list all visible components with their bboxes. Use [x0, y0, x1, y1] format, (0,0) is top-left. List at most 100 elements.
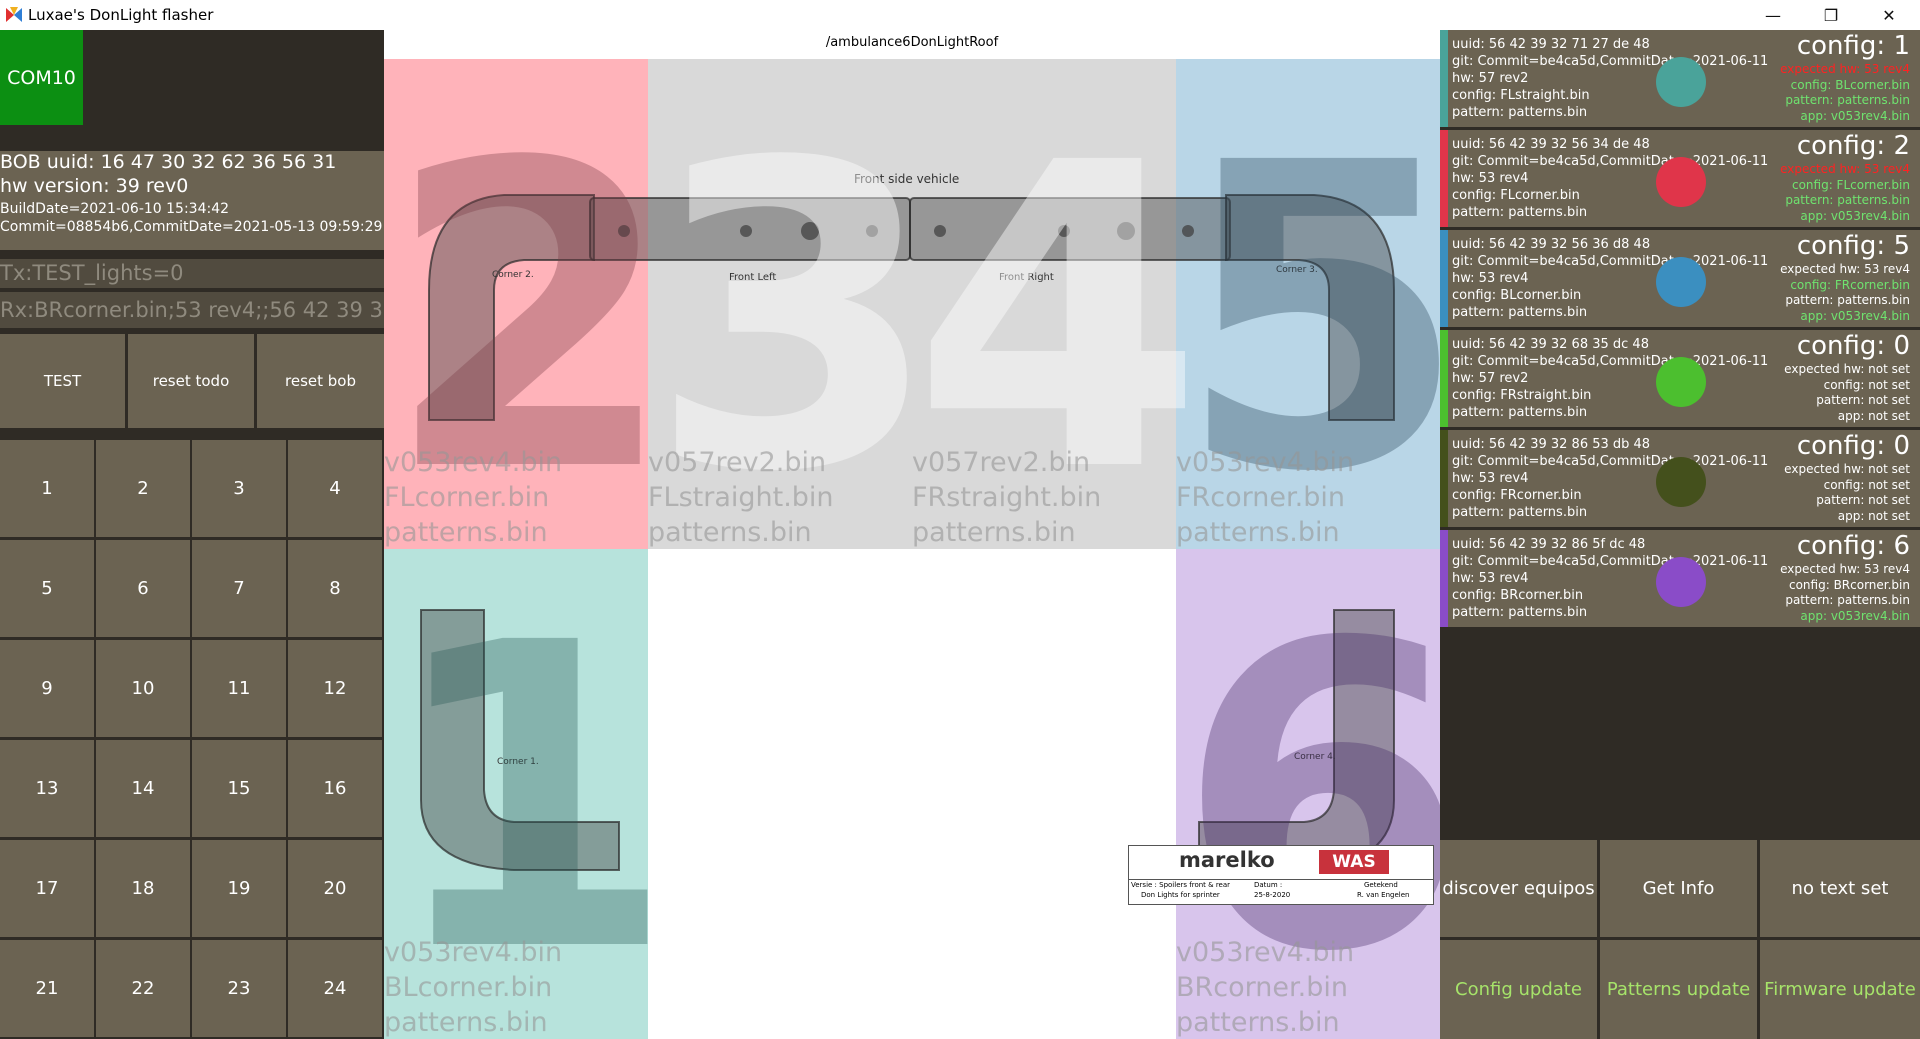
window-title: Luxae's DonLight flasher: [28, 6, 214, 24]
device-status-circle: [1656, 257, 1706, 307]
number-button-13[interactable]: 13: [0, 740, 94, 837]
device-uuid: uuid: 56 42 39 32 56 34 de 48: [1452, 137, 1650, 152]
device-color-stripe: [1440, 230, 1448, 327]
device-pattern: pattern: patterns.bin: [1452, 505, 1588, 520]
number-button-1[interactable]: 1: [0, 440, 94, 537]
device-card[interactable]: uuid: 56 42 39 32 56 34 de 48 git: Commit…: [1440, 130, 1920, 227]
device-target-pattern: pattern: not set: [1816, 393, 1910, 407]
device-card[interactable]: uuid: 56 42 39 32 86 5f dc 48 git: Commit…: [1440, 530, 1920, 627]
firmware-update-button[interactable]: Firmware update: [1760, 940, 1920, 1039]
bob-uuid: BOB uuid: 16 47 30 32 62 36 56 31: [0, 151, 337, 173]
number-button-23[interactable]: 23: [192, 940, 286, 1037]
device-hw: hw: 57 rev2: [1452, 71, 1529, 86]
device-pattern: pattern: patterns.bin: [1452, 305, 1588, 320]
zone-2-files: v053rev4.bin FLcorner.bin patterns.bin: [384, 447, 563, 548]
bob-hw-version: hw version: 39 rev0: [0, 175, 189, 197]
device-git: git: Commit=be4ca5d,CommitDate=2021-06-1…: [1452, 54, 1769, 69]
number-button-3[interactable]: 3: [192, 440, 286, 537]
device-config-number: config: 0: [1796, 331, 1910, 361]
device-uuid: uuid: 56 42 39 32 56 36 d8 48: [1452, 237, 1651, 252]
zone-1-files: v053rev4.bin BLcorner.bin patterns.bin: [384, 937, 563, 1038]
number-button-19[interactable]: 19: [192, 840, 286, 937]
number-button-11[interactable]: 11: [192, 640, 286, 737]
number-button-7[interactable]: 7: [192, 540, 286, 637]
number-button-9[interactable]: 9: [0, 640, 94, 737]
device-pattern: pattern: patterns.bin: [1452, 605, 1588, 620]
device-expected-hw: expected hw: 53 rev4: [1780, 262, 1910, 276]
minimize-button[interactable]: —: [1744, 0, 1802, 30]
com-port-button[interactable]: COM10: [0, 30, 83, 125]
device-expected-hw: expected hw: 53 rev4: [1780, 162, 1910, 176]
right-panel: uuid: 56 42 39 32 71 27 de 48 git: Commit…: [1440, 30, 1920, 1039]
number-button-5[interactable]: 5: [0, 540, 94, 637]
device-uuid: uuid: 56 42 39 32 71 27 de 48: [1452, 37, 1650, 52]
test-button[interactable]: TEST: [0, 334, 125, 428]
device-hw: hw: 53 rev4: [1452, 471, 1529, 486]
reset-bob-button[interactable]: reset bob: [257, 334, 384, 428]
number-button-8[interactable]: 8: [288, 540, 382, 637]
device-git: git: Commit=be4ca5d,CommitDate=2021-06-1…: [1452, 454, 1769, 469]
device-target: config: 5 expected hw: 53 rev4 config: FRc…: [1780, 230, 1910, 324]
discover-button[interactable]: discover equipos: [1440, 840, 1597, 937]
device-target: config: 0 expected hw: not set config: not…: [1784, 430, 1910, 524]
device-expected-hw: expected hw: 53 rev4: [1780, 562, 1910, 576]
device-config: config: FRstraight.bin: [1452, 388, 1592, 403]
config-update-button[interactable]: Config update: [1440, 940, 1597, 1039]
get-info-button[interactable]: Get Info: [1600, 840, 1757, 937]
device-status-circle: [1656, 357, 1706, 407]
device-info: uuid: 56 42 39 32 68 35 dc 48 git: Commit…: [1452, 336, 1768, 421]
device-git: git: Commit=be4ca5d,CommitDate=2021-06-1…: [1452, 354, 1769, 369]
zone-3-files: v057rev2.bin FLstraight.bin patterns.bin: [648, 447, 834, 548]
device-target-app: app: v053rev4.bin: [1800, 208, 1910, 223]
device-expected-hw: expected hw: not set: [1784, 462, 1910, 476]
patterns-update-button[interactable]: Patterns update: [1600, 940, 1757, 1039]
device-info: uuid: 56 42 39 32 56 36 d8 48 git: Commit…: [1452, 236, 1768, 321]
no-text-button[interactable]: no text set: [1760, 840, 1920, 937]
device-card[interactable]: uuid: 56 42 39 32 86 53 db 48 git: Commit…: [1440, 430, 1920, 527]
device-info: uuid: 56 42 39 32 56 34 de 48 git: Commit…: [1452, 136, 1768, 221]
device-expected-hw: expected hw: not set: [1784, 362, 1910, 376]
was-logo: WAS: [1319, 850, 1389, 874]
getekend-label: Getekend: [1364, 881, 1398, 889]
zone-4-files: v057rev2.bin FRstraight.bin patterns.bin: [912, 447, 1102, 548]
device-target: config: 2 expected hw: 53 rev4 config: FLc…: [1780, 130, 1910, 224]
number-button-2[interactable]: 2: [96, 440, 190, 537]
maximize-button[interactable]: ❐: [1802, 0, 1860, 30]
number-button-15[interactable]: 15: [192, 740, 286, 837]
device-config-number: config: 6: [1796, 531, 1910, 561]
device-target-app: app: not set: [1837, 508, 1910, 523]
device-target: config: 6 expected hw: 53 rev4 config: BRc…: [1780, 530, 1910, 624]
device-card[interactable]: uuid: 56 42 39 32 68 35 dc 48 git: Commit…: [1440, 330, 1920, 427]
device-config: config: BLcorner.bin: [1452, 288, 1582, 303]
versie-sub: Don Lights for sprinter: [1141, 891, 1220, 899]
device-config-number: config: 0: [1796, 431, 1910, 461]
number-button-4[interactable]: 4: [288, 440, 382, 537]
number-button-22[interactable]: 22: [96, 940, 190, 1037]
number-button-18[interactable]: 18: [96, 840, 190, 937]
number-button-24[interactable]: 24: [288, 940, 382, 1037]
device-target-pattern: pattern: patterns.bin: [1785, 93, 1910, 107]
device-pattern: pattern: patterns.bin: [1452, 405, 1588, 420]
number-button-14[interactable]: 14: [96, 740, 190, 837]
device-target-app: app: v053rev4.bin: [1800, 608, 1910, 623]
number-button-16[interactable]: 16: [288, 740, 382, 837]
title-bar: Luxae's DonLight flasher — ❐ ✕: [0, 0, 1920, 30]
number-button-17[interactable]: 17: [0, 840, 94, 937]
reset-todo-button[interactable]: reset todo: [128, 334, 254, 428]
close-button[interactable]: ✕: [1860, 0, 1918, 30]
number-button-6[interactable]: 6: [96, 540, 190, 637]
device-color-stripe: [1440, 130, 1448, 227]
device-config-number: config: 1: [1796, 31, 1910, 61]
device-card[interactable]: uuid: 56 42 39 32 71 27 de 48 git: Commit…: [1440, 30, 1920, 127]
number-button-21[interactable]: 21: [0, 940, 94, 1037]
layout-canvas: /ambulance6DonLightRoof Front side vehic…: [384, 30, 1440, 1039]
device-card[interactable]: uuid: 56 42 39 32 56 36 d8 48 git: Commit…: [1440, 230, 1920, 327]
device-pattern: pattern: patterns.bin: [1452, 105, 1588, 120]
device-git: git: Commit=be4ca5d,CommitDate=2021-06-1…: [1452, 554, 1769, 569]
number-button-20[interactable]: 20: [288, 840, 382, 937]
app-logo-icon: [6, 7, 22, 22]
number-button-10[interactable]: 10: [96, 640, 190, 737]
number-button-12[interactable]: 12: [288, 640, 382, 737]
device-target-config: config: not set: [1823, 377, 1910, 392]
device-status-circle: [1656, 57, 1706, 107]
